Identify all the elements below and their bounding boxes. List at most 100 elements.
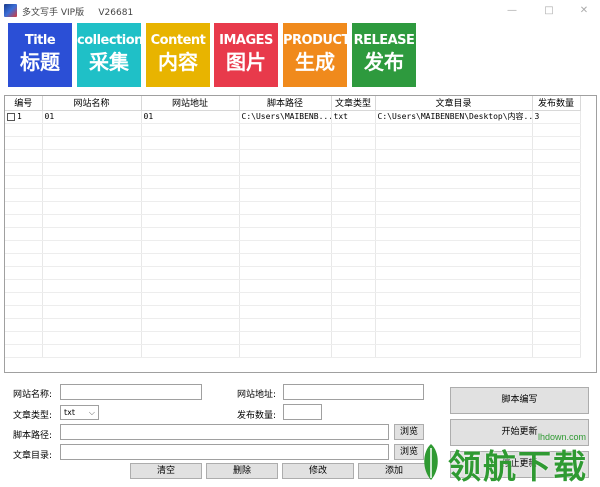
- empty-cell: [42, 305, 142, 319]
- empty-cell: [5, 227, 43, 241]
- col-header-site-name[interactable]: 网站名称: [42, 96, 142, 111]
- start-update-button[interactable]: 开始更新: [450, 419, 589, 446]
- toolbar: Title 标题 collection 采集 Content 内容 IMAGES…: [8, 23, 600, 87]
- empty-table-row: [5, 253, 581, 267]
- browse-script-button[interactable]: 浏览: [394, 424, 424, 440]
- empty-cell: [239, 292, 332, 306]
- empty-cell: [532, 214, 581, 228]
- cell-site-url: 01: [141, 110, 240, 124]
- empty-cell: [532, 266, 581, 280]
- site-table[interactable]: 编号 网站名称 网站地址 脚本路径 文章类型 文章目录 发布数量 1 01 01…: [4, 95, 597, 373]
- empty-cell: [141, 253, 240, 267]
- empty-cell: [375, 136, 533, 150]
- empty-cell: [141, 201, 240, 215]
- empty-cell: [331, 266, 376, 280]
- empty-cell: [331, 149, 376, 163]
- article-type-select[interactable]: txt ⌵: [60, 405, 99, 420]
- empty-cell: [532, 188, 581, 202]
- empty-cell: [331, 188, 376, 202]
- empty-cell: [532, 162, 581, 176]
- close-button[interactable]: ✕: [570, 2, 598, 20]
- title-tile-button[interactable]: Title 标题: [8, 23, 72, 87]
- add-button[interactable]: 添加: [358, 463, 430, 479]
- article-dir-input[interactable]: [60, 444, 389, 460]
- empty-cell: [239, 240, 332, 254]
- publish-count-input[interactable]: [283, 404, 322, 420]
- minimize-button[interactable]: —: [498, 2, 526, 20]
- maximize-button[interactable]: □: [535, 2, 563, 20]
- col-header-id[interactable]: 编号: [5, 96, 43, 111]
- empty-cell: [141, 292, 240, 306]
- empty-cell: [375, 162, 533, 176]
- site-url-input[interactable]: [283, 384, 424, 400]
- empty-table-row: [5, 279, 581, 293]
- empty-cell: [141, 318, 240, 332]
- empty-cell: [141, 266, 240, 280]
- products-tile-button[interactable]: PRODUCTs 生成: [283, 23, 347, 87]
- tile-zh-label: 生成: [295, 50, 335, 74]
- images-tile-button[interactable]: IMAGES 图片: [214, 23, 278, 87]
- empty-cell: [141, 123, 240, 137]
- row-id: 1: [17, 112, 22, 121]
- empty-cell: [42, 253, 142, 267]
- empty-cell: [239, 227, 332, 241]
- site-url-label: 网站地址:: [237, 390, 277, 400]
- empty-cell: [331, 292, 376, 306]
- col-header-article-type[interactable]: 文章类型: [331, 96, 376, 111]
- empty-cell: [42, 188, 142, 202]
- tile-zh-label: 采集: [89, 50, 129, 74]
- empty-cell: [375, 149, 533, 163]
- empty-cell: [375, 305, 533, 319]
- empty-cell: [331, 318, 376, 332]
- empty-cell: [331, 175, 376, 189]
- empty-cell: [239, 149, 332, 163]
- empty-cell: [532, 175, 581, 189]
- script-write-button[interactable]: 脚本编写: [450, 387, 589, 414]
- empty-cell: [141, 136, 240, 150]
- empty-table-row: [5, 123, 581, 137]
- window-title: 多文写手 VIP版 V26681: [22, 8, 134, 18]
- empty-cell: [141, 149, 240, 163]
- empty-cell: [532, 201, 581, 215]
- empty-cell: [375, 214, 533, 228]
- empty-table-row: [5, 175, 581, 189]
- table-row[interactable]: 1 01 01 C:\Users\MAIBENB... txt C:\Users…: [5, 110, 581, 124]
- empty-cell: [331, 305, 376, 319]
- script-path-input[interactable]: [60, 424, 389, 440]
- collection-tile-button[interactable]: collection 采集: [77, 23, 141, 87]
- site-grid: 编号 网站名称 网站地址 脚本路径 文章类型 文章目录 发布数量 1 01 01…: [5, 96, 581, 358]
- empty-cell: [239, 188, 332, 202]
- col-header-site-url[interactable]: 网站地址: [141, 96, 240, 111]
- empty-cell: [141, 214, 240, 228]
- empty-cell: [331, 331, 376, 345]
- empty-cell: [42, 136, 142, 150]
- empty-cell: [331, 240, 376, 254]
- script-path-label: 脚本路径:: [13, 431, 53, 441]
- delete-button[interactable]: 删除: [206, 463, 278, 479]
- empty-cell: [42, 266, 142, 280]
- empty-cell: [239, 331, 332, 345]
- empty-cell: [532, 318, 581, 332]
- empty-table-row: [5, 305, 581, 319]
- content-tile-button[interactable]: Content 内容: [146, 23, 210, 87]
- empty-cell: [141, 279, 240, 293]
- col-header-publish-count[interactable]: 发布数量: [532, 96, 581, 111]
- empty-cell: [532, 279, 581, 293]
- release-tile-button[interactable]: RELEASE 发布: [352, 23, 416, 87]
- row-checkbox[interactable]: [7, 112, 15, 121]
- site-name-input[interactable]: [60, 384, 202, 400]
- empty-cell: [375, 344, 533, 358]
- modify-button[interactable]: 修改: [282, 463, 354, 479]
- col-header-article-dir[interactable]: 文章目录: [375, 96, 533, 111]
- stop-update-button[interactable]: 停止更新: [450, 451, 589, 478]
- col-header-script-path[interactable]: 脚本路径: [239, 96, 332, 111]
- empty-cell: [239, 279, 332, 293]
- chevron-down-icon: ⌵: [88, 408, 95, 417]
- browse-dir-button[interactable]: 浏览: [394, 444, 424, 460]
- tile-en-label: Content: [150, 33, 206, 48]
- empty-table-row: [5, 266, 581, 280]
- empty-cell: [375, 331, 533, 345]
- empty-cell: [42, 227, 142, 241]
- empty-cell: [532, 292, 581, 306]
- clear-button[interactable]: 清空: [130, 463, 202, 479]
